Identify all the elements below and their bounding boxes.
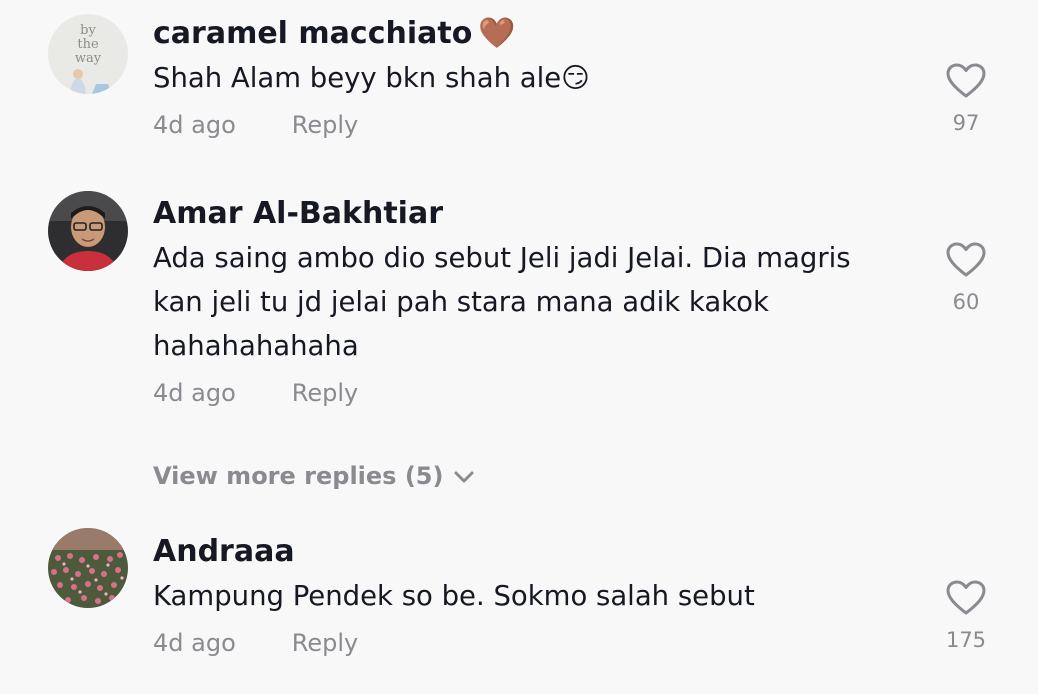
like-count: 175 bbox=[945, 628, 987, 652]
like-button[interactable]: 175 bbox=[941, 580, 991, 652]
avatar-image: by the way bbox=[48, 14, 128, 94]
comment-text: Shah Alam beyy bkn shah ale😏 bbox=[153, 62, 590, 94]
comment-username[interactable]: Andraaa bbox=[153, 534, 913, 570]
like-button[interactable]: 97 bbox=[941, 63, 991, 135]
comment-body: Andraaa Kampung Pendek so be. Sokmo sala… bbox=[153, 534, 913, 658]
comment-text-line: hahahahahaha bbox=[153, 330, 359, 362]
comment-text-line: Ada saing ambo dio sebut Jeli jadi Jelai… bbox=[153, 242, 851, 274]
heart-icon bbox=[946, 580, 986, 615]
comment-text: Kampung Pendek so be. Sokmo salah sebut bbox=[153, 580, 755, 612]
comment-time: 4d ago bbox=[153, 379, 236, 407]
heart-icon bbox=[946, 63, 986, 98]
heart-icon bbox=[946, 242, 986, 277]
comment-meta: 4d ago Reply bbox=[153, 628, 913, 658]
username-text: caramel macchiato bbox=[153, 16, 473, 51]
comment-body: Amar Al-Bakhtiar Ada saing ambo dio sebu… bbox=[153, 196, 913, 408]
view-more-replies-button[interactable]: View more replies (5) bbox=[153, 460, 475, 492]
avatar-text-1: by bbox=[80, 23, 96, 38]
brown-heart-emoji: 🤎 bbox=[478, 16, 516, 51]
comment-username[interactable]: caramel macchiato 🤎 bbox=[153, 16, 913, 52]
avatar[interactable] bbox=[48, 528, 128, 608]
comment-text: Ada saing ambo dio sebut Jeli jadi Jelai… bbox=[153, 236, 913, 368]
reply-button[interactable]: Reply bbox=[292, 379, 358, 407]
view-more-replies-label: View more replies (5) bbox=[153, 462, 444, 490]
comment-text-line: kan jeli tu jd jelai pah stara mana adik… bbox=[153, 286, 769, 318]
like-count: 97 bbox=[952, 111, 980, 135]
comment-meta: 4d ago Reply bbox=[153, 110, 913, 140]
avatar-image bbox=[48, 191, 128, 271]
avatar[interactable]: by the way bbox=[48, 14, 128, 94]
avatar-text-3: way bbox=[75, 51, 102, 66]
like-button[interactable]: 60 bbox=[941, 242, 991, 314]
comment-list: by the way caramel macchiato 🤎 Shah Alam … bbox=[0, 0, 1038, 694]
reply-button[interactable]: Reply bbox=[292, 629, 358, 657]
like-count: 60 bbox=[952, 290, 980, 314]
avatar[interactable] bbox=[48, 191, 128, 271]
avatar-text-2: the bbox=[77, 37, 99, 52]
comment-time: 4d ago bbox=[153, 111, 236, 139]
chevron-down-icon bbox=[454, 471, 474, 483]
comment-username[interactable]: Amar Al-Bakhtiar bbox=[153, 196, 913, 232]
avatar-image bbox=[48, 528, 128, 608]
comment-meta: 4d ago Reply bbox=[153, 378, 913, 408]
reply-button[interactable]: Reply bbox=[292, 111, 358, 139]
comment-body: caramel macchiato 🤎 Shah Alam beyy bkn sh… bbox=[153, 16, 913, 140]
comment-time: 4d ago bbox=[153, 629, 236, 657]
